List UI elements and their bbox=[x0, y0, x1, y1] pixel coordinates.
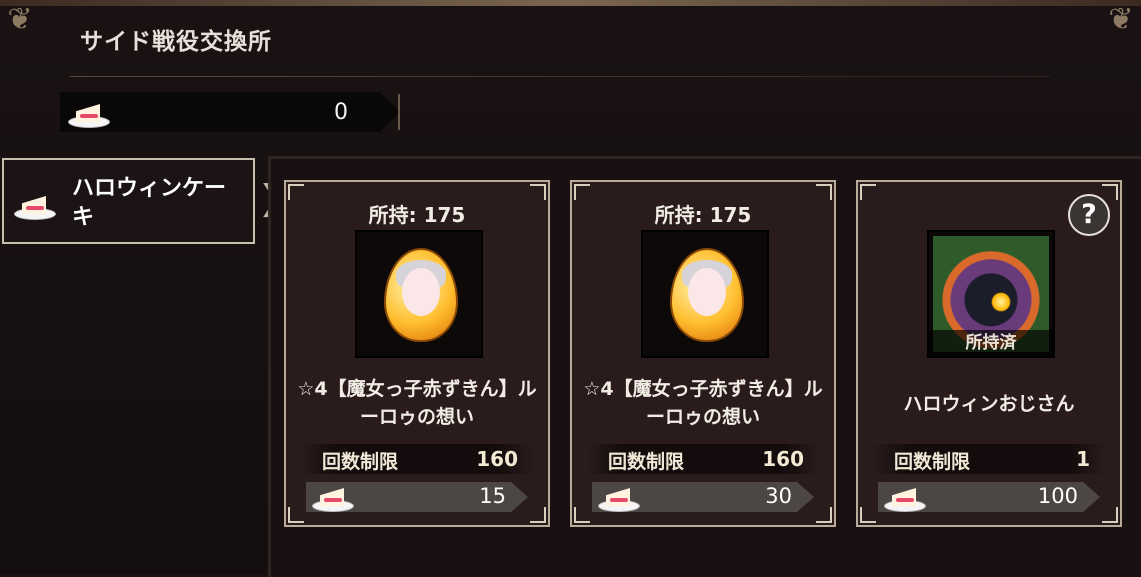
tab-halloween-cake[interactable]: ハロウィンケーキ bbox=[2, 158, 255, 244]
character-egg-icon bbox=[384, 248, 458, 342]
currency-bar-edge bbox=[378, 94, 400, 130]
limit-label: 回数制限 bbox=[894, 451, 971, 473]
item-name: ☆4【魔女っ子赤ずきん】ルーロゥの想い bbox=[297, 378, 537, 428]
owned-tag: 所持済 bbox=[929, 330, 1053, 356]
limit-row: 回数制限 160 bbox=[586, 444, 820, 474]
limit-row: 回数制限 1 bbox=[872, 444, 1106, 474]
cake-icon bbox=[14, 190, 56, 220]
item-name: ☆4【魔女っ子赤ずきん】ルーロゥの想い bbox=[583, 378, 823, 428]
cake-icon bbox=[312, 482, 354, 512]
limit-label: 回数制限 bbox=[608, 451, 685, 473]
price-button[interactable]: 15 bbox=[306, 482, 528, 512]
item-icon bbox=[641, 230, 769, 358]
exchange-item-card[interactable]: ? 所持済 ハロウィンおじさん 回数制限 1 100 bbox=[856, 180, 1122, 527]
limit-row: 回数制限 160 bbox=[300, 444, 534, 474]
limit-value: 160 bbox=[762, 447, 804, 471]
top-frame bbox=[0, 0, 1141, 6]
price-value: 15 bbox=[479, 484, 506, 508]
limit-value: 1 bbox=[1076, 447, 1090, 471]
limit-value: 160 bbox=[476, 447, 518, 471]
frame-corner-right: ❦ bbox=[1108, 2, 1134, 37]
price-value: 30 bbox=[765, 484, 792, 508]
cake-icon bbox=[884, 482, 926, 512]
owned-count: 所持: 175 bbox=[654, 203, 752, 227]
page-title: サイド戦役交換所 bbox=[80, 29, 272, 55]
help-button[interactable]: ? bbox=[1068, 194, 1110, 236]
cake-icon bbox=[598, 482, 640, 512]
price-button[interactable]: 30 bbox=[592, 482, 814, 512]
cake-icon bbox=[68, 98, 110, 128]
item-icon bbox=[355, 230, 483, 358]
item-name: ハロウィンおじさん bbox=[903, 393, 1075, 415]
price-value: 100 bbox=[1037, 484, 1078, 508]
title-divider bbox=[70, 76, 1050, 77]
owned-count: 所持: 175 bbox=[368, 203, 466, 227]
item-icon: 所持済 bbox=[927, 230, 1055, 358]
limit-label: 回数制限 bbox=[322, 451, 399, 473]
frame-corner-left: ❦ bbox=[7, 2, 33, 37]
price-button[interactable]: 100 bbox=[878, 482, 1100, 512]
currency-bar-bg bbox=[60, 92, 400, 132]
currency-bar: 0 bbox=[60, 92, 400, 132]
currency-amount: 0 bbox=[334, 100, 348, 125]
exchange-item-card[interactable]: 所持: 175 ☆4【魔女っ子赤ずきん】ルーロゥの想い 回数制限 160 15 bbox=[284, 180, 550, 527]
exchange-item-card[interactable]: 所持: 175 ☆4【魔女っ子赤ずきん】ルーロゥの想い 回数制限 160 30 bbox=[570, 180, 836, 527]
tab-label: ハロウィンケーキ bbox=[72, 176, 227, 230]
character-egg-icon bbox=[670, 248, 744, 342]
